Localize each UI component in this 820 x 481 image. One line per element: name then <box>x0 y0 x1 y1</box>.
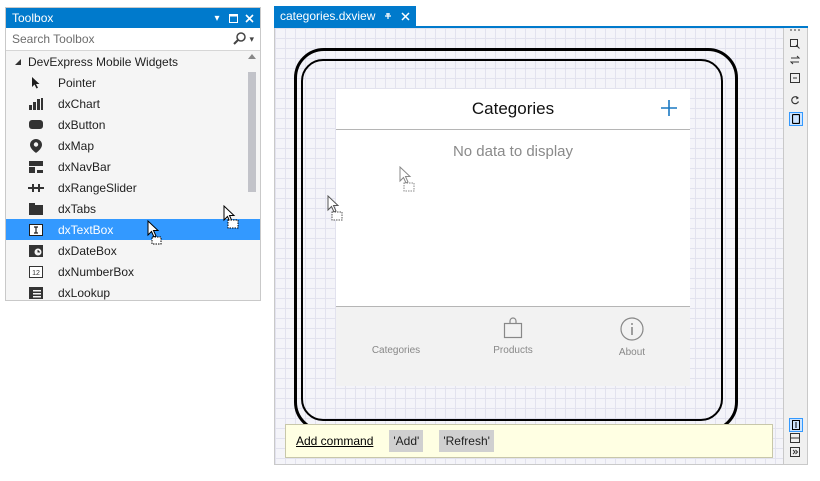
document-tab[interactable]: categories.dxview <box>274 6 417 26</box>
toolbox-item-pointer[interactable]: Pointer <box>6 72 260 93</box>
drag-cursor-icon <box>223 205 239 229</box>
bag-icon <box>503 317 523 339</box>
designer-toolbar <box>784 28 808 465</box>
toolbox-search[interactable]: Search Toolbox ▾ <box>6 28 260 51</box>
expand-panel-icon[interactable] <box>789 446 801 458</box>
drag-cursor-icon <box>399 166 415 192</box>
pin-icon[interactable] <box>383 11 393 21</box>
toolbox-item-dxrangeslider[interactable]: dxRangeSlider <box>6 177 260 198</box>
dropdown-icon[interactable]: ▾ <box>212 13 222 24</box>
split-vertical-icon[interactable] <box>789 418 803 432</box>
textbox-icon <box>28 222 44 238</box>
scrollbar-thumb[interactable] <box>248 72 256 192</box>
toolbox-item-label: Pointer <box>58 75 97 90</box>
toolbox-item-dxlookup[interactable]: dxLookup <box>6 282 260 301</box>
tab-about[interactable]: About <box>582 317 682 358</box>
add-command-link[interactable]: Add command <box>296 434 373 448</box>
plus-icon[interactable] <box>660 99 678 117</box>
drag-cursor-icon <box>147 220 162 245</box>
range-slider-icon <box>28 180 44 196</box>
svg-text:12: 12 <box>32 270 40 277</box>
select-device-icon[interactable] <box>789 38 801 50</box>
toolbox-item-label: dxNavBar <box>58 159 111 174</box>
toolbox-title-bar: Toolbox ▾ <box>6 8 260 28</box>
toolbox-item-label: dxDateBox <box>58 243 117 258</box>
drag-cursor-icon <box>327 195 343 221</box>
tabs-icon <box>28 201 44 217</box>
toolbox-item-label: dxMap <box>58 138 95 153</box>
map-pin-icon <box>28 138 44 154</box>
command-refresh[interactable]: 'Refresh' <box>439 430 494 452</box>
app-tabbar: Categories Products About <box>336 306 690 386</box>
chevron-down-icon[interactable]: ▾ <box>249 34 254 45</box>
toolbox-scrollbar[interactable] <box>248 52 256 300</box>
expand-triangle-icon[interactable] <box>14 58 22 66</box>
tab-label: About <box>618 347 646 358</box>
navbar-icon <box>28 159 44 175</box>
toolbox-item-dxdatebox[interactable]: dxDateBox <box>6 240 260 261</box>
toolbox-panel: Toolbox ▾ Search Toolbox ▾ DevExpress Mo… <box>5 7 261 301</box>
document-tab-title: categories.dxview <box>280 9 376 23</box>
search-input[interactable]: Search Toolbox <box>12 32 95 46</box>
tab-categories[interactable]: Categories <box>346 317 446 356</box>
toolbox-item-label: dxLookup <box>58 285 111 300</box>
device-view-icon[interactable] <box>789 112 803 126</box>
close-icon[interactable] <box>401 11 410 21</box>
toolbox-title: Toolbox <box>12 11 54 25</box>
designer-window: categories.dxview Categories No data to … <box>274 6 808 465</box>
numberbox-icon: 12 <box>28 264 44 280</box>
toolbox-item-label: dxNumberBox <box>58 264 135 279</box>
datebox-icon <box>28 243 44 259</box>
toolbox-item-label: dxChart <box>58 96 101 111</box>
lookup-icon <box>28 285 44 301</box>
design-surface[interactable]: Categories No data to display Categories… <box>274 28 784 465</box>
tab-products[interactable]: Products <box>463 317 563 356</box>
toolbox-item-label: dxTabs <box>58 201 97 216</box>
toolbox-item-dxchart[interactable]: dxChart <box>6 93 260 114</box>
page-title: Categories <box>471 99 555 118</box>
toolbox-item-label: dxTextBox <box>58 222 114 237</box>
maximize-icon[interactable] <box>228 13 238 23</box>
swap-orientation-icon[interactable] <box>789 54 801 66</box>
toolbox-item-dxnavbar[interactable]: dxNavBar <box>6 156 260 177</box>
close-icon[interactable] <box>244 13 254 23</box>
app-navbar: Categories <box>336 89 690 130</box>
toolbox-item-label: dxButton <box>58 117 106 132</box>
pointer-icon <box>28 75 44 91</box>
toolbox-item-dxmap[interactable]: dxMap <box>6 135 260 156</box>
chart-icon <box>28 96 44 112</box>
toolbox-tree: DevExpress Mobile Widgets Pointer dxChar… <box>6 51 260 301</box>
app-screen[interactable]: Categories No data to display Categories… <box>336 89 690 386</box>
command-add[interactable]: 'Add' <box>389 430 424 452</box>
more-dots-icon <box>789 24 801 36</box>
refresh-icon[interactable] <box>789 94 801 106</box>
group-label: DevExpress Mobile Widgets <box>28 54 179 69</box>
toolbox-item-dxnumberbox[interactable]: 12 dxNumberBox <box>6 261 260 282</box>
empty-list-message: No data to display <box>452 143 574 160</box>
fit-icon[interactable] <box>789 72 801 84</box>
toolbox-group[interactable]: DevExpress Mobile Widgets <box>6 51 260 72</box>
toolbox-item-dxbutton[interactable]: dxButton <box>6 114 260 135</box>
toolbox-item-label: dxRangeSlider <box>58 180 137 195</box>
tab-label: Categories <box>371 345 421 356</box>
commands-bar: Add command 'Add' 'Refresh' <box>285 424 773 458</box>
search-icon[interactable] <box>233 32 247 46</box>
split-horizontal-icon[interactable] <box>789 432 801 444</box>
info-icon <box>620 317 644 341</box>
scroll-up-icon[interactable] <box>248 52 256 60</box>
button-icon <box>28 117 44 133</box>
tab-label: Products <box>493 345 533 356</box>
